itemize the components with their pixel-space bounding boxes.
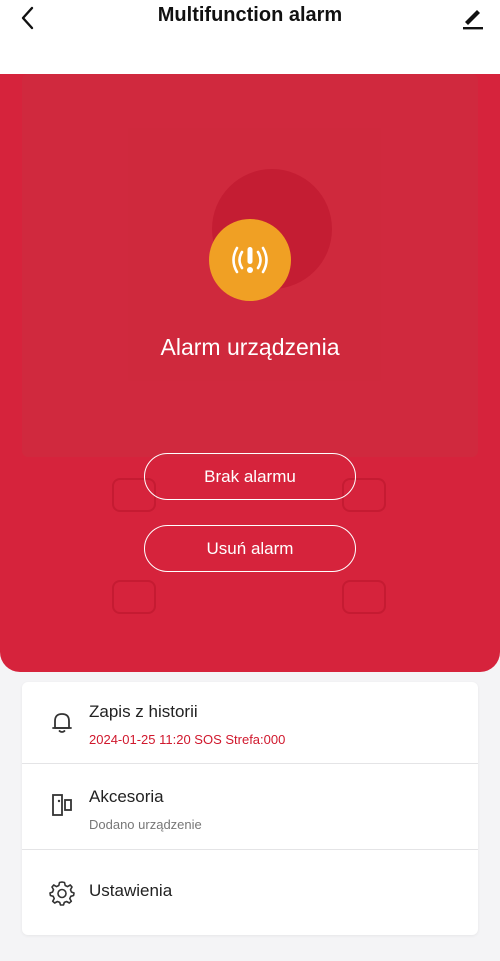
menu-list: Zapis z historii 2024-01-25 11:20 SOS St… — [22, 682, 478, 935]
list-item-label: Akcesoria — [89, 787, 164, 806]
remove-alarm-button[interactable]: Usuń alarm — [144, 525, 356, 572]
list-item-settings[interactable]: Ustawienia — [22, 851, 478, 935]
alarm-warning-icon — [209, 219, 291, 301]
door-sensor-icon — [48, 791, 76, 819]
no-alarm-button[interactable]: Brak alarmu — [144, 453, 356, 500]
page-title: Multifunction alarm — [157, 4, 343, 26]
pencil-icon — [463, 10, 483, 30]
app-header: Multifunction alarm — [0, 0, 500, 74]
gear-icon — [48, 879, 76, 907]
edit-button[interactable] — [456, 0, 490, 34]
background-tile-icon — [112, 580, 156, 614]
background-tile-icon — [342, 580, 386, 614]
list-item-history[interactable]: Zapis z historii 2024-01-25 11:20 SOS St… — [22, 682, 478, 764]
history-last-entry: 2024-01-25 11:20 SOS Strefa:000 — [89, 732, 286, 747]
alarm-title: Alarm urządzenia — [160, 334, 340, 360]
list-item-accessories[interactable]: Akcesoria Dodano urządzenie — [22, 765, 478, 850]
accessories-status: Dodano urządzenie — [89, 817, 202, 832]
bell-icon — [48, 708, 76, 736]
list-item-label: Ustawienia — [89, 881, 173, 900]
list-item-label: Zapis z historii — [89, 702, 198, 721]
alarm-overlay — [0, 74, 500, 672]
